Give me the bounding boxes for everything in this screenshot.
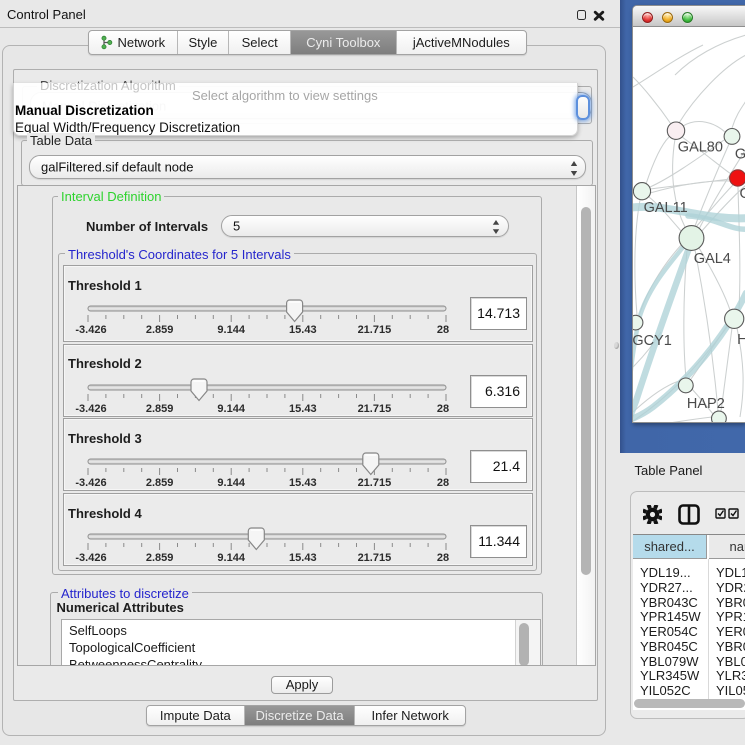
svg-text:GAL80: GAL80 (678, 140, 723, 156)
svg-text:GAL4: GAL4 (694, 251, 731, 267)
svg-text:GCY1: GCY1 (633, 333, 672, 349)
svg-text:GAL7: GAL7 (735, 147, 745, 163)
svg-text:HAP2: HAP2 (687, 396, 725, 412)
svg-text:HIS4: HIS4 (737, 332, 745, 348)
svg-text:GAL11: GAL11 (644, 200, 688, 216)
svg-text:GAL1: GAL1 (740, 186, 745, 202)
